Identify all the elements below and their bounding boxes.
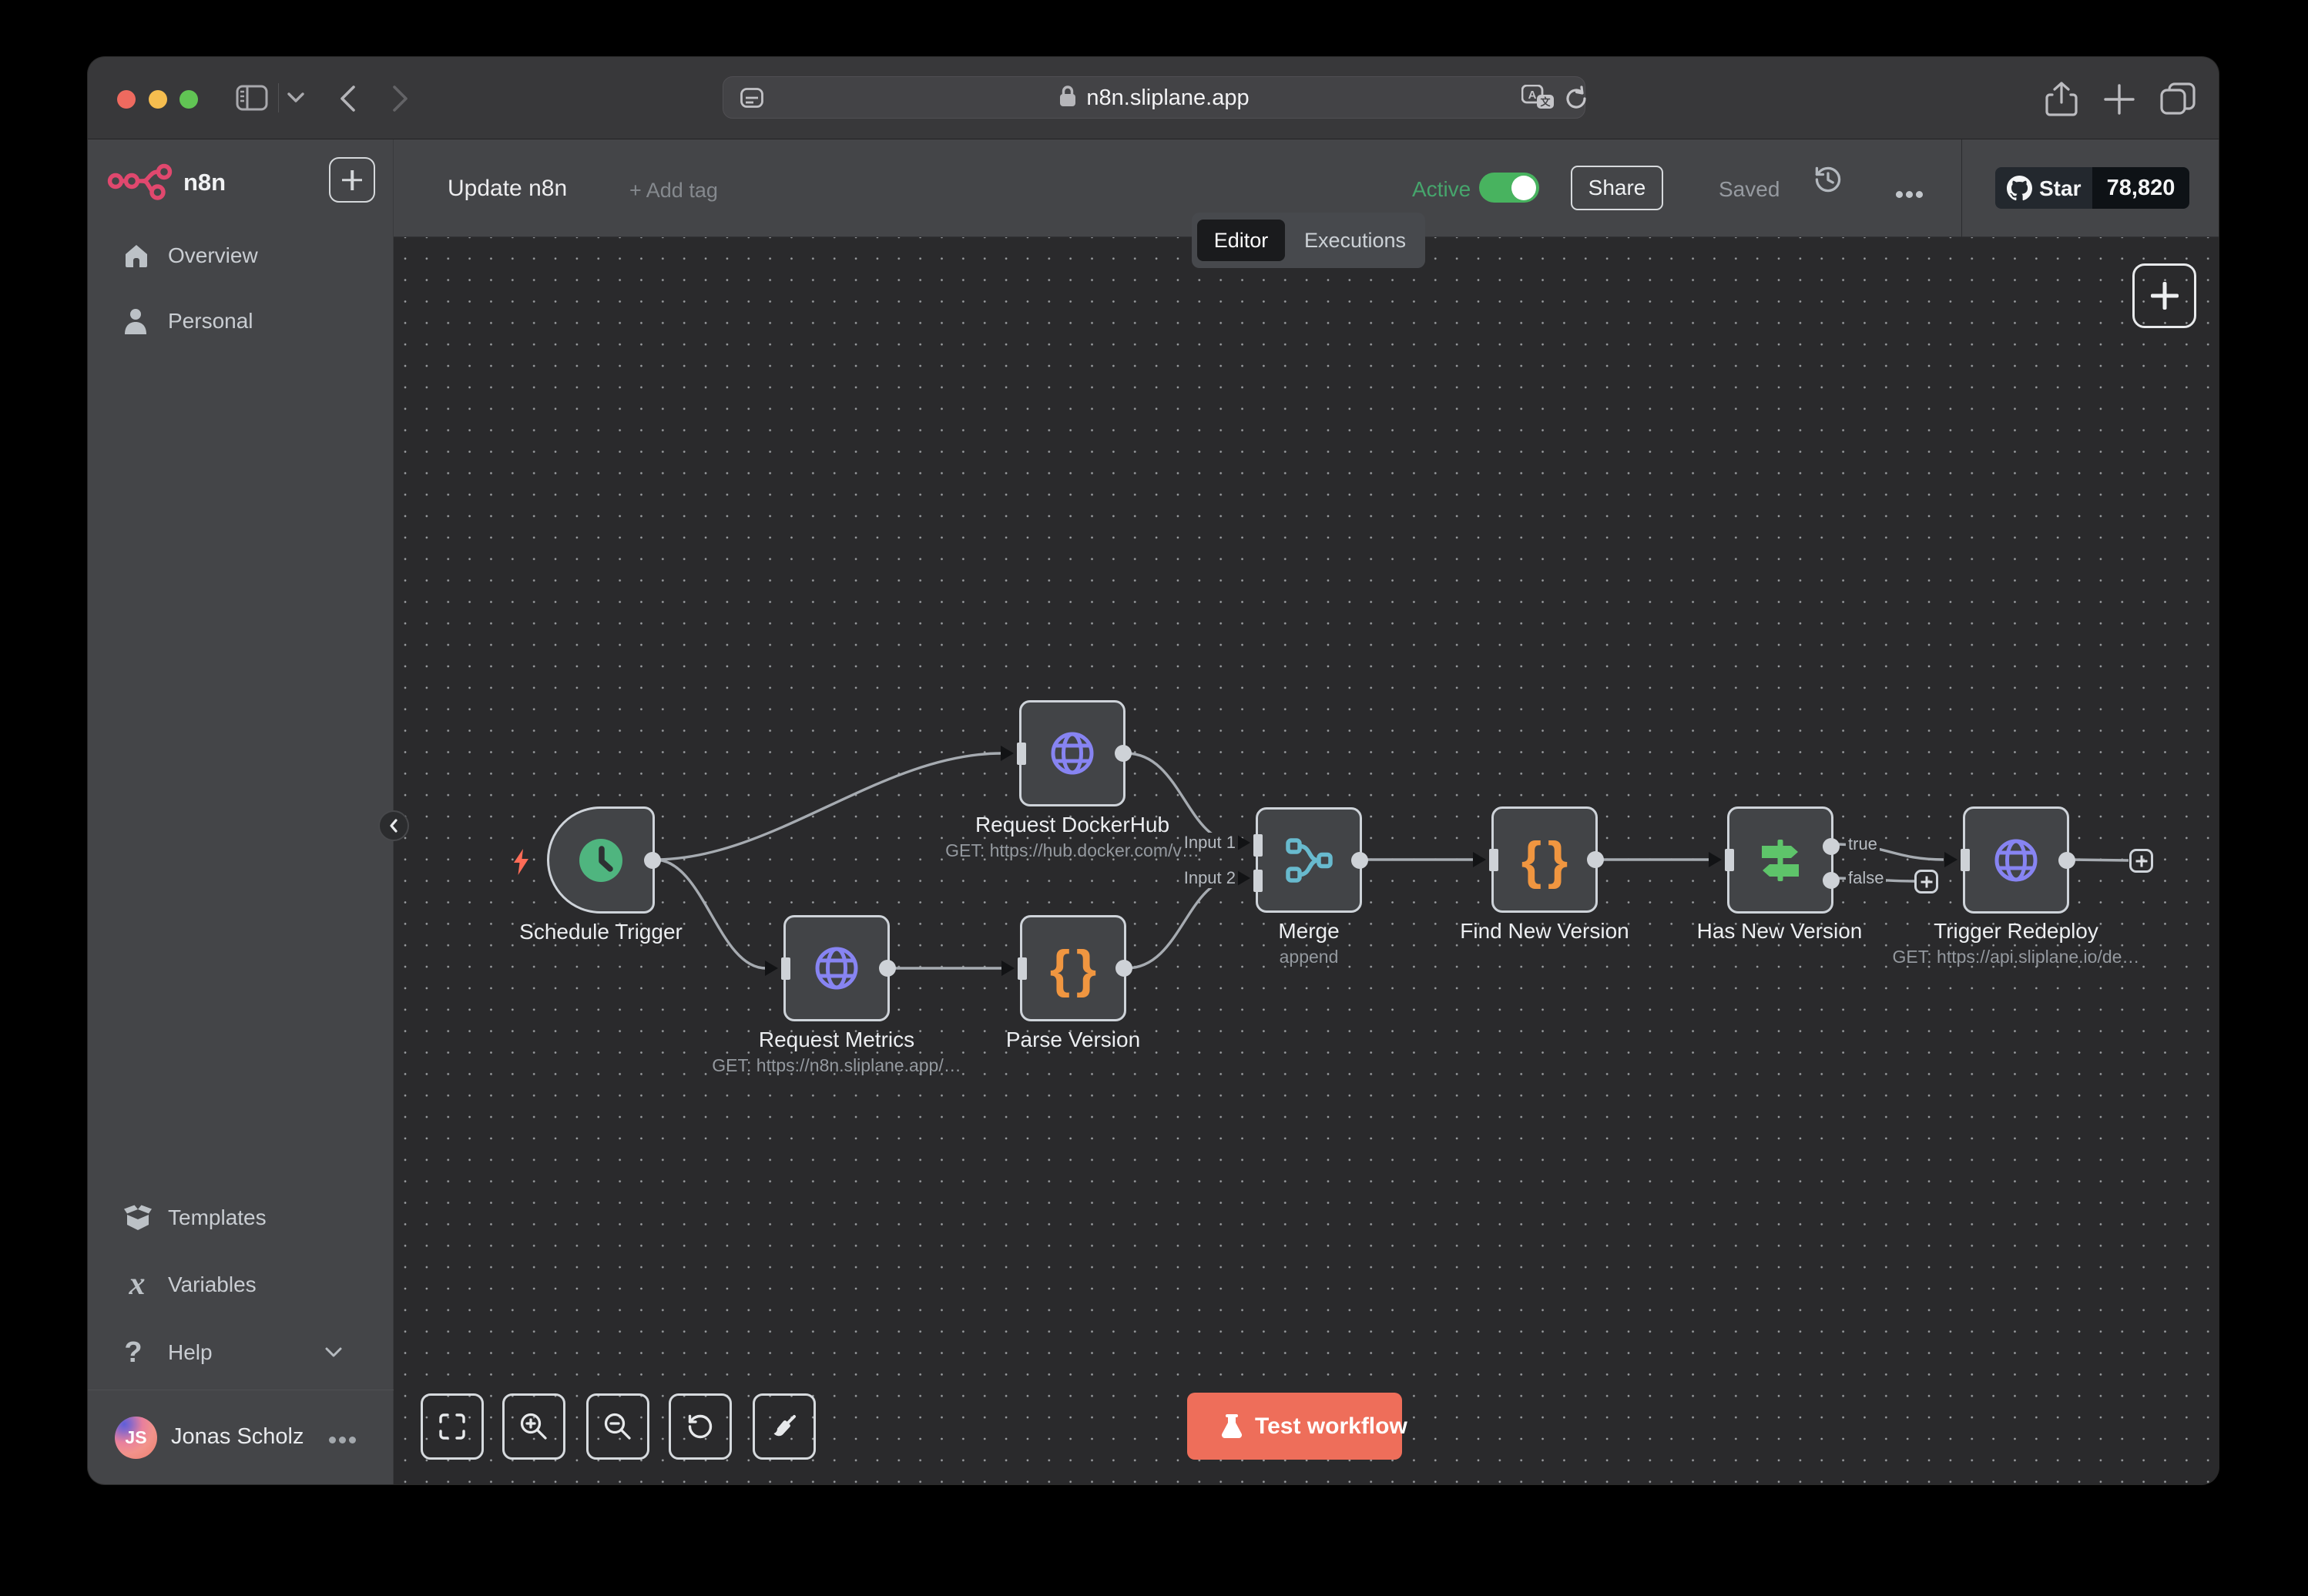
svg-text:文: 文 xyxy=(1540,96,1551,108)
svg-text:{: { xyxy=(1521,831,1541,889)
svg-text:{: { xyxy=(1050,940,1070,998)
svg-text:}: } xyxy=(1548,831,1568,889)
svg-text:}: } xyxy=(1076,940,1096,998)
svg-text:x: x xyxy=(129,1272,146,1297)
svg-text:A: A xyxy=(1528,89,1537,102)
svg-text:?: ? xyxy=(124,1339,142,1366)
